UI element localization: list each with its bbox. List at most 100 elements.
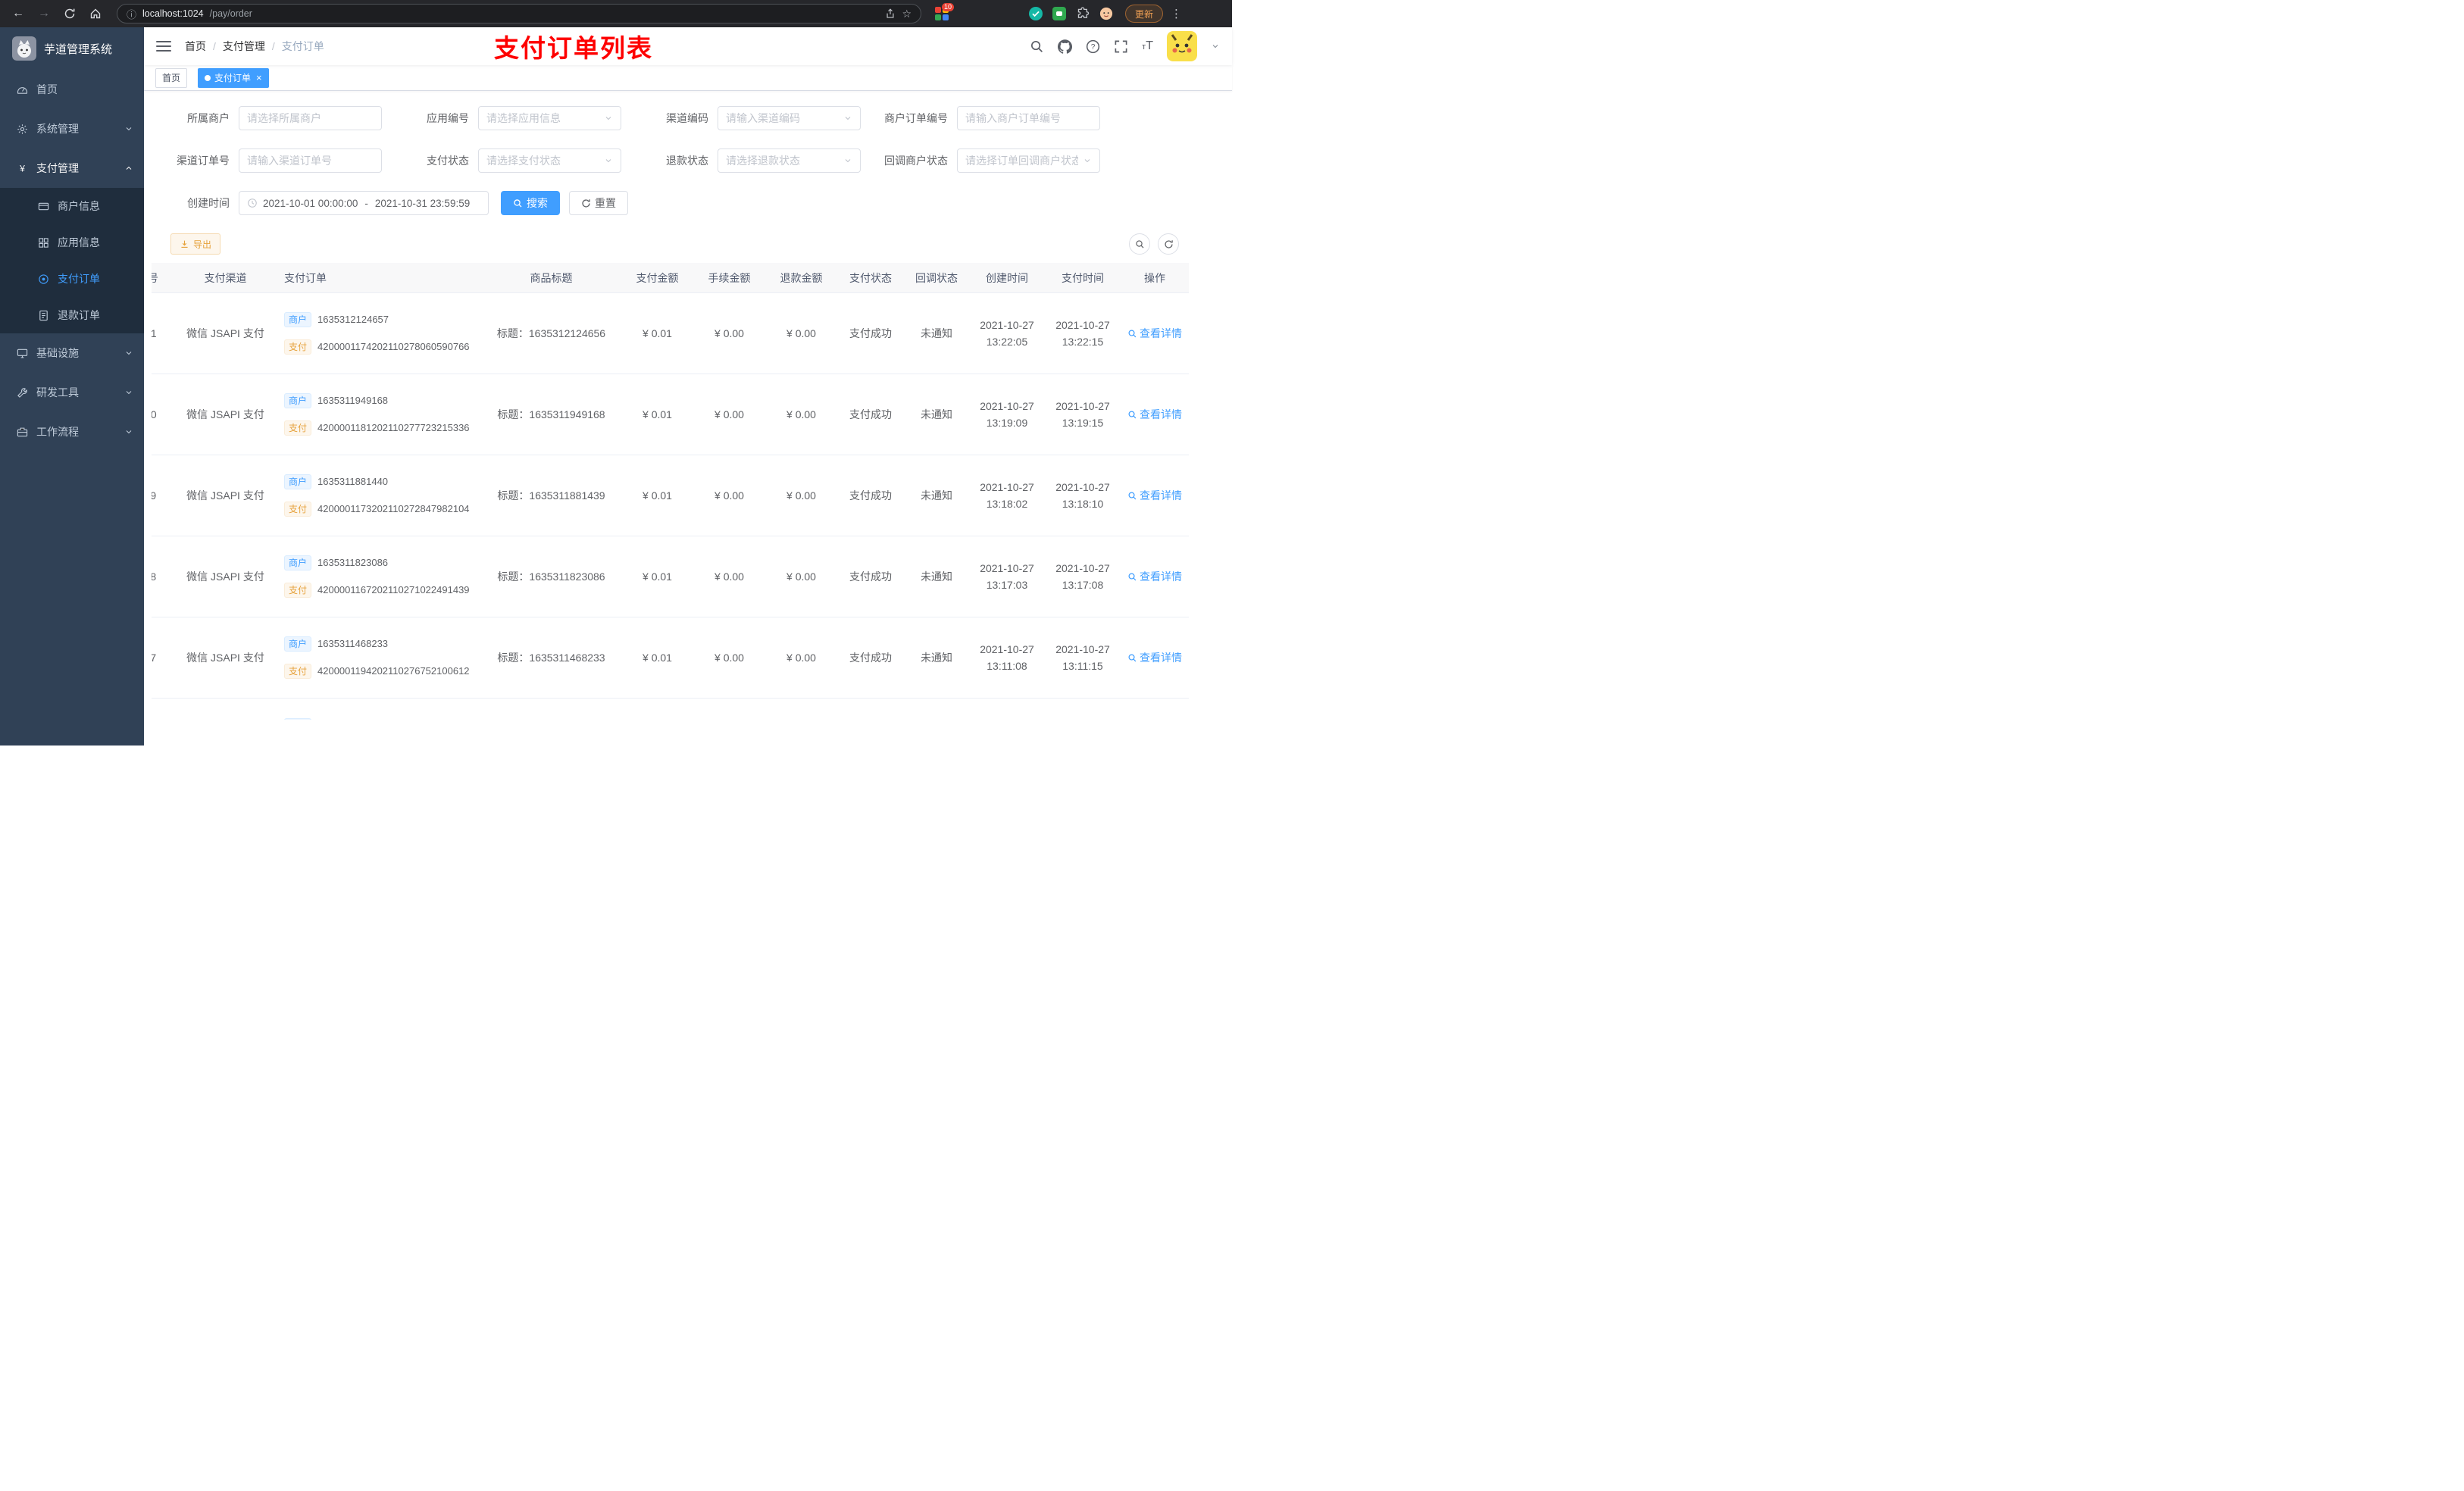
date-range-input[interactable]: 2021-10-01 00:00:00 - 2021-10-31 23:59:5… [239,191,489,215]
pay-status-select[interactable]: 请选择支付状态 [478,148,621,173]
view-detail-link[interactable]: 查看详情 [1127,406,1182,423]
cell-create-time: 2021-10-27 13:17:03 [980,562,1034,591]
close-icon[interactable]: × [256,73,262,83]
merchant-order-no: 1635312124657 [317,314,389,325]
browser-menu-icon[interactable]: ⋮ [1168,7,1185,20]
app-id-select[interactable]: 请选择应用信息 [478,106,621,130]
github-icon[interactable] [1058,39,1073,54]
search-button[interactable]: 搜索 [501,191,560,215]
cell-refund: ¥ 0.00 [786,408,816,420]
sidebar-item-pay-order[interactable]: 支付订单 [0,261,144,297]
browser-home-icon[interactable] [85,3,106,24]
sidebar-item-label: 支付管理 [36,162,79,174]
sidebar-item-infrastructure[interactable]: 基础设施 [0,333,144,373]
extension-check-icon[interactable] [1029,7,1043,20]
user-avatar[interactable] [1167,31,1197,61]
col-id: 编号 [152,271,158,284]
page-header: 首页 / 支付管理 / 支付订单 支付订单列表 ? тT [144,27,1232,65]
cell-id: 117 [152,652,157,664]
col-title: 商品标题 [530,271,573,284]
chevron-down-icon [124,388,133,397]
browser-reload-icon[interactable] [59,3,80,24]
tab-home[interactable]: 首页 [155,67,188,88]
sidebar-item-label: 商户信息 [58,200,100,212]
merchant-tag: 商户 [284,474,312,489]
view-detail-link[interactable]: 查看详情 [1127,649,1182,666]
browser-update-button[interactable]: 更新 [1125,5,1164,23]
table-row: 121 微信 JSAPI 支付 商户 1635312124657 支付 420000… [152,293,1189,374]
cell-refund: ¥ 0.00 [786,327,816,339]
tags-view-bar: 首页 支付订单 × [144,65,1232,91]
browser-profile-avatar[interactable] [1099,7,1113,20]
merchant-input[interactable] [247,112,374,124]
sidebar-item-app-info[interactable]: 应用信息 [0,224,144,261]
sidebar-item-workflow[interactable]: 工作流程 [0,412,144,452]
extension-olive-icon[interactable] [1005,7,1019,20]
search-icon[interactable] [1030,39,1044,54]
breadcrumb-home[interactable]: 首页 [185,39,206,54]
sidebar-item-system[interactable]: 系统管理 [0,109,144,148]
cell-title: 标题：1635311823086 [497,570,605,583]
help-icon[interactable]: ? [1086,39,1100,54]
merchant-tag: 商户 [284,636,312,652]
export-button[interactable]: 导出 [170,233,221,255]
sidebar-item-merchant-info[interactable]: 商户信息 [0,188,144,224]
extension-mosaic-icon[interactable]: 10 [935,3,954,20]
cell-notify: 未通知 [921,570,952,583]
tab-label: 首页 [162,73,181,83]
breadcrumb-current: 支付订单 [281,40,324,52]
filter-label: 渠道编码 [666,112,708,124]
cell-create-time: 2021-10-27 13:11:08 [980,643,1034,672]
app-logo[interactable]: 芋道管理系统 [0,27,144,70]
extension-chat-icon[interactable] [1052,7,1066,20]
refresh-table-button[interactable] [1158,233,1179,255]
share-icon[interactable] [885,8,896,19]
fullscreen-icon[interactable] [1114,39,1128,54]
user-menu-caret-icon[interactable] [1211,42,1220,51]
browser-forward-icon[interactable]: → [33,3,55,24]
url-bar[interactable]: ⓘ localhost:1024/pay/order ☆ [117,4,921,23]
svg-text:¥: ¥ [19,163,25,173]
browser-back-icon[interactable]: ← [8,3,29,24]
filter-refund-status: 退款状态 请选择退款状态 [630,148,870,173]
breadcrumb: 首页 / 支付管理 / 支付订单 [185,39,324,54]
font-size-icon[interactable]: тT [1142,39,1153,53]
view-detail-link[interactable]: 查看详情 [1127,325,1182,342]
table-bottom-mask [144,720,1232,746]
site-info-icon[interactable]: ⓘ [127,7,136,21]
cell-amount: ¥ 0.01 [643,327,672,339]
merchant-order-no-input[interactable] [965,112,1092,124]
sidebar-item-dev-tools[interactable]: 研发工具 [0,373,144,412]
notify-status-select[interactable]: 请选择订单回调商户状态 [957,148,1100,173]
cell-fee: ¥ 0.00 [714,327,744,339]
channel-code-select[interactable]: 请输入渠道编码 [718,106,861,130]
tab-pay-order[interactable]: 支付订单 × [198,67,269,88]
toggle-search-button[interactable] [1129,233,1150,255]
channel-order-no: 4200001173202110272847982104 [317,503,470,514]
extension-gray-icon[interactable] [982,7,996,20]
filter-label: 所属商户 [187,112,230,124]
sidebar-item-refund-order[interactable]: 退款订单 [0,297,144,333]
view-detail-link[interactable]: 查看详情 [1127,487,1182,504]
sidebar-item-label: 基础设施 [36,347,79,359]
chevron-down-icon [604,114,613,123]
sidebar-item-payment[interactable]: ¥ 支付管理 [0,148,144,188]
breadcrumb-payment[interactable]: 支付管理 [223,39,265,54]
cell-notify: 未通知 [921,327,952,339]
sidebar-toggle-icon[interactable] [156,41,171,52]
payment-submenu: 商户信息 应用信息 支付订单 退款订单 [0,188,144,333]
extensions-puzzle-icon[interactable] [1076,7,1090,20]
header-actions: ? тT [1030,31,1220,61]
filter-label: 创建时间 [187,197,230,209]
sidebar-item-home[interactable]: 首页 [0,70,144,109]
channel-order-no: 4200001174202110278060590766 [317,341,470,352]
bookmark-star-icon[interactable]: ☆ [902,8,911,20]
view-detail-link[interactable]: 查看详情 [1127,568,1182,585]
channel-order-no-input[interactable] [247,155,374,167]
filter-label: 支付状态 [427,155,469,167]
extension-pin-icon[interactable] [958,7,972,20]
app-title: 芋道管理系统 [44,42,113,56]
refund-status-select[interactable]: 请选择退款状态 [718,148,861,173]
cell-action: 查看详情 [1121,455,1189,536]
reset-button[interactable]: 重置 [569,191,628,215]
